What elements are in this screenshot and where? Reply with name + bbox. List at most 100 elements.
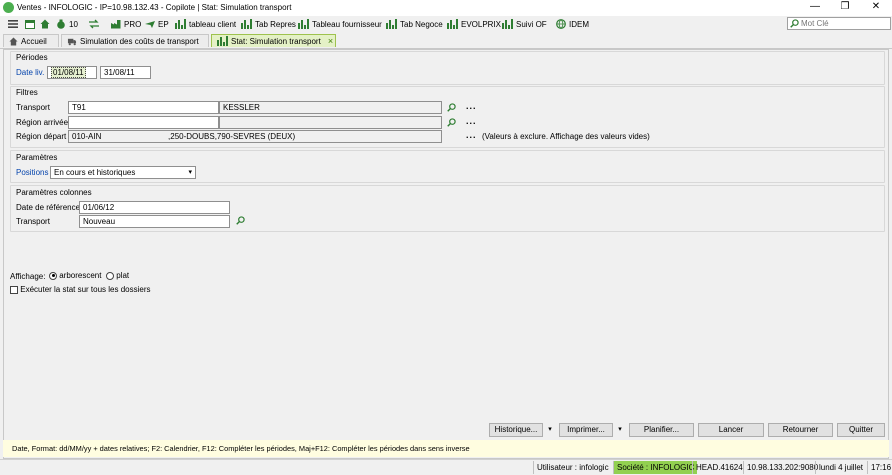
radio-selected xyxy=(49,271,57,280)
tab-stat-simulation-transport[interactable]: Stat: Simulation transport × xyxy=(211,34,336,47)
transfer-button[interactable] xyxy=(89,17,102,31)
status-date: lundi 4 juillet xyxy=(815,461,866,474)
toolbar-item-label: Tableau fournisseur xyxy=(312,19,382,29)
home-icon xyxy=(40,19,50,29)
transport-filter-label: Transport xyxy=(16,103,50,112)
tab-simulation-couts[interactable]: Simulation des coûts de transport xyxy=(61,34,209,47)
bar-chart-icon xyxy=(447,19,458,29)
radio-unselected xyxy=(106,271,114,280)
date-to-field[interactable]: 31/08/11 xyxy=(100,66,151,79)
date-reference-field[interactable]: 01/06/12 xyxy=(79,201,230,214)
close-tab-icon[interactable]: × xyxy=(328,36,333,46)
imprimer-dropdown-button[interactable]: ▾ xyxy=(614,423,626,437)
menu-button[interactable] xyxy=(8,17,21,31)
tab-accueil[interactable]: Accueil xyxy=(3,34,59,47)
keyword-search-input[interactable] xyxy=(799,18,885,29)
historique-dropdown-button[interactable]: ▾ xyxy=(544,423,556,437)
toolbar-item-idem[interactable]: IDEM xyxy=(556,17,589,31)
tab-label: Simulation des coûts de transport xyxy=(80,36,199,46)
parametres-colonnes-title: Paramètres colonnes xyxy=(16,188,92,197)
toolbar-item-tableau-client[interactable]: tableau client xyxy=(175,17,236,31)
keyword-search[interactable] xyxy=(787,17,891,30)
toolbar-item-label: EVOLPRIX xyxy=(461,19,502,29)
planifier-button[interactable]: Planifier... xyxy=(629,423,694,437)
status-server: 10.98.133.202:9080 xyxy=(743,461,821,474)
toolbar-item-tab-negoce[interactable]: Tab Negoce xyxy=(386,17,443,31)
toolbar-item-label: tableau client xyxy=(189,19,237,29)
transport-column-field[interactable]: Nouveau xyxy=(79,215,230,228)
affichage-arborescent-radio[interactable]: arborescent xyxy=(49,271,101,280)
toolbar-item-tableau-fournisseur[interactable]: Tableau fournisseur xyxy=(298,17,382,31)
checkbox-box xyxy=(10,285,18,294)
tab-label: Accueil xyxy=(21,36,47,46)
date-liv-label[interactable]: Date liv. xyxy=(16,68,44,77)
transport-more-button[interactable]: ... xyxy=(466,101,477,111)
search-icon[interactable] xyxy=(447,118,456,127)
bar-chart-icon xyxy=(502,19,513,29)
tab-label: Stat: Simulation transport xyxy=(231,36,321,46)
parametres-title: Paramètres xyxy=(16,153,58,162)
region-depart-label: Région départ xyxy=(16,132,67,141)
minimize-button[interactable]: — xyxy=(800,0,830,16)
toolbar-item-suivi-of[interactable]: Suivi OF xyxy=(502,17,547,31)
executer-checkbox[interactable]: Exécuter la stat sur tous les dossiers xyxy=(10,285,151,294)
transport-name-field: KESSLER xyxy=(219,101,442,114)
status-time: 17:16 xyxy=(867,461,892,474)
quitter-button[interactable]: Quitter xyxy=(837,423,885,437)
affichage-plat-radio[interactable]: plat xyxy=(106,271,129,280)
status-user: Utilisateur : infologic xyxy=(533,461,612,474)
toolbar-item-tab-repres[interactable]: Tab Repres xyxy=(241,17,296,31)
region-arrivee-more-button[interactable]: ... xyxy=(466,116,477,126)
help-hint: Date, Format: dd/MM/yy + dates relatives… xyxy=(3,440,889,457)
home-button[interactable] xyxy=(40,17,53,31)
toolbar-item-label: Suivi OF xyxy=(516,19,547,29)
notifications-button[interactable]: 10 xyxy=(56,17,78,31)
close-window-button[interactable]: ✕ xyxy=(861,0,891,16)
calendar-icon xyxy=(25,20,35,29)
date-from-field[interactable]: 01/08/11 xyxy=(47,66,97,79)
radio-label: arborescent xyxy=(59,271,102,280)
app-logo-icon xyxy=(3,2,14,13)
search-icon xyxy=(790,19,799,28)
region-arrivee-name-field xyxy=(219,116,442,129)
toolbar-item-label: IDEM xyxy=(569,19,589,29)
home-icon xyxy=(9,36,18,46)
status-head: HEAD.41624 xyxy=(692,461,746,474)
bar-chart-icon xyxy=(386,19,397,29)
toolbar-item-evolprix[interactable]: EVOLPRIX xyxy=(447,17,501,31)
search-icon[interactable] xyxy=(447,103,456,112)
toolbar-item-label: Tab Negoce xyxy=(400,19,443,29)
date-reference-label: Date de référence xyxy=(16,203,81,212)
toolbar-item-label: PRO xyxy=(124,19,142,29)
toolbar-item-label: Tab Repres xyxy=(255,19,296,29)
positions-label[interactable]: Positions xyxy=(16,168,48,177)
restore-button[interactable]: ❐ xyxy=(830,0,860,16)
date-from-value: 01/08/11 xyxy=(51,67,86,78)
periodes-title: Périodes xyxy=(16,53,48,62)
status-societe: Société : INFOLOGIC xyxy=(613,461,698,474)
transport-code-field[interactable]: T91 xyxy=(68,101,219,114)
search-icon[interactable] xyxy=(236,216,245,225)
window-title: Ventes - INFOLOGIC - IP=10.98.132.43 - C… xyxy=(17,3,292,12)
historique-button[interactable]: Historique... xyxy=(489,423,543,437)
weight-icon xyxy=(57,19,65,29)
bar-chart-icon xyxy=(175,19,186,29)
bar-chart-icon xyxy=(241,19,252,29)
positions-select[interactable]: En cours et historiques ▾ xyxy=(50,166,196,179)
calendar-button[interactable] xyxy=(25,17,38,31)
checkbox-label: Exécuter la stat sur tous les dossiers xyxy=(20,285,151,294)
region-depart-field[interactable]: 010-AIN ,250-DOUBS,790-SEVRES (DEUX) xyxy=(68,130,442,143)
region-depart-more-button[interactable]: ... xyxy=(466,130,477,140)
bar-chart-icon xyxy=(298,19,309,29)
region-arrivee-field[interactable] xyxy=(68,116,219,129)
imprimer-button[interactable]: Imprimer... xyxy=(559,423,613,437)
globe-icon xyxy=(556,19,566,29)
plane-icon xyxy=(145,21,155,28)
title-bar: Ventes - INFOLOGIC - IP=10.98.132.43 - C… xyxy=(0,0,892,16)
toolbar-item-label: EP xyxy=(158,19,169,29)
lancer-button[interactable]: Lancer xyxy=(698,423,764,437)
retourner-button[interactable]: Retourner xyxy=(768,423,833,437)
positions-value: En cours et historiques xyxy=(54,168,136,177)
toolbar-item-pro[interactable]: PRO xyxy=(111,17,141,31)
toolbar-item-ep[interactable]: EP xyxy=(145,17,169,31)
